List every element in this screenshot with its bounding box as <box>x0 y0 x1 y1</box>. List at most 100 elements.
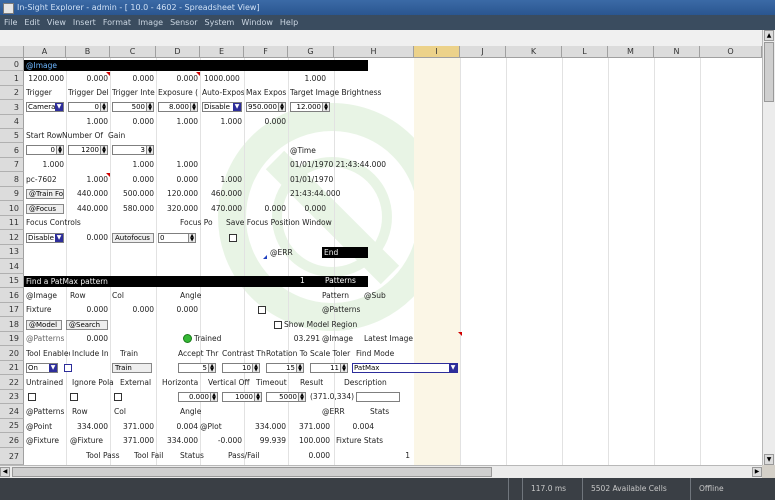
cell-b24[interactable]: Row <box>72 407 112 417</box>
row-header[interactable]: 14 <box>0 259 24 274</box>
cell-a2[interactable]: Trigger <box>26 88 66 98</box>
cell-c1[interactable]: 0.000 <box>112 74 154 84</box>
cell-c8[interactable]: 0.000 <box>112 175 154 185</box>
cell-f13[interactable]: @ERR <box>270 248 300 258</box>
cell-d26[interactable]: 334.000 <box>158 436 198 446</box>
cell-d10[interactable]: 320.000 <box>158 204 198 214</box>
cell-d24[interactable]: Angle <box>180 407 220 417</box>
cell-d20[interactable]: Accept Thr <box>178 349 222 359</box>
cell-a16[interactable]: @Image <box>26 291 66 301</box>
focus-button[interactable]: @Focus <box>26 204 64 214</box>
cell-b5[interactable]: Number Of <box>62 131 108 141</box>
cell-c17[interactable]: 0.000 <box>112 305 154 315</box>
cell-g22[interactable]: Result <box>300 378 340 388</box>
column-header-g[interactable]: G <box>288 46 334 58</box>
row-header[interactable]: 16 <box>0 288 24 303</box>
column-header-l[interactable]: L <box>562 46 608 58</box>
cell-f10[interactable]: 0.000 <box>246 204 286 214</box>
cell-g20[interactable]: Scale Toler <box>310 349 354 359</box>
row-header[interactable]: 27 <box>0 448 24 465</box>
menu-system[interactable]: System <box>205 18 235 27</box>
column-header-n[interactable]: N <box>654 46 700 58</box>
row-header[interactable]: 19 <box>0 332 24 346</box>
horizontal-scrollbar[interactable]: ◀ ▶ <box>0 465 762 478</box>
cell-e1[interactable]: 1000.000 <box>204 74 244 84</box>
menu-image[interactable]: Image <box>138 18 163 27</box>
cell-e20[interactable]: Contrast Th <box>222 349 266 359</box>
cell-e4[interactable]: 1.000 <box>202 117 242 127</box>
cell-a17[interactable]: Fixture <box>26 305 66 315</box>
external-checkbox[interactable] <box>114 393 122 401</box>
cell-g9[interactable]: 21:43:44.000 <box>290 189 370 199</box>
cell-f15[interactable]: 1 <box>300 276 310 286</box>
row-header[interactable]: 4 <box>0 115 24 129</box>
menu-edit[interactable]: Edit <box>24 18 40 27</box>
scroll-thumb[interactable] <box>764 42 774 102</box>
cell-f4[interactable]: 0.000 <box>246 117 286 127</box>
cell-d22[interactable]: Horizonta <box>162 378 206 388</box>
max-exposure-spinner[interactable]: 950.000 ▲ ▼ <box>246 102 286 112</box>
tool-enabled-dropdown[interactable]: On ▼ <box>26 363 58 373</box>
cell-e10[interactable]: 470.000 <box>202 204 242 214</box>
cell-b27[interactable]: Tool Pass <box>86 451 130 461</box>
cell-b8[interactable]: 1.000 <box>68 175 108 185</box>
cell-e9[interactable]: 460.000 <box>202 189 242 199</box>
cell-a24[interactable]: @Patterns <box>26 407 70 417</box>
accept-threshold-spinner[interactable]: 5 ▲ ▼ <box>178 363 216 373</box>
cell-g1[interactable]: 1.000 <box>290 74 326 84</box>
cell-c4[interactable]: 0.000 <box>112 117 154 127</box>
cell-h16[interactable]: @Sub <box>364 291 404 301</box>
focus-mode-dropdown[interactable]: Disable ▼ <box>26 233 64 243</box>
cell-a5[interactable]: Start Row <box>26 131 66 141</box>
column-header-o[interactable]: O <box>700 46 762 58</box>
column-header-a[interactable]: A <box>24 46 66 58</box>
cell-e11[interactable]: Save Focus Position Window <box>226 218 356 228</box>
cell-g16[interactable]: Pattern <box>322 291 358 301</box>
column-header-b[interactable]: B <box>66 46 110 58</box>
row-header[interactable]: 7 <box>0 158 24 172</box>
column-header-d[interactable]: D <box>156 46 200 58</box>
cell-b22[interactable]: Ignore Pola <box>72 378 116 388</box>
menu-insert[interactable]: Insert <box>73 18 96 27</box>
cell-d4[interactable]: 1.000 <box>158 117 198 127</box>
row-header[interactable]: 11 <box>0 216 24 230</box>
cell-g7[interactable]: 01/01/1970 21:43:44.000 <box>290 160 410 170</box>
gain-spinner[interactable]: 3 ▲ ▼ <box>112 145 154 155</box>
cell-f25[interactable]: 334.000 <box>246 422 286 432</box>
cell-b10[interactable]: 440.000 <box>68 204 108 214</box>
cell-d8[interactable]: 0.000 <box>158 175 198 185</box>
cell-g2[interactable]: Target Image Brightness <box>290 88 410 98</box>
scroll-down-icon[interactable]: ▼ <box>764 454 774 465</box>
camera-dropdown[interactable]: Camera ▼ <box>26 102 64 112</box>
trigger-delay-spinner[interactable]: 0 ▲ ▼ <box>68 102 108 112</box>
cell-c5[interactable]: Gain <box>108 131 152 141</box>
cell-c16[interactable]: Col <box>112 291 152 301</box>
cell-c27[interactable]: Tool Fail <box>134 451 174 461</box>
menu-window[interactable]: Window <box>241 18 273 27</box>
scroll-thumb-horizontal[interactable] <box>12 467 492 477</box>
cell-g19[interactable]: @Image <box>322 334 362 344</box>
cell-a11[interactable]: Focus Controls <box>26 218 106 228</box>
cell-g23[interactable]: (371.0,334) <box>310 392 354 402</box>
cell-c9[interactable]: 500.000 <box>112 189 154 199</box>
start-row-spinner[interactable]: 0 ▲ ▼ <box>26 145 64 155</box>
column-header-e[interactable]: E <box>200 46 244 58</box>
cell-h26[interactable]: Fixture Stats <box>336 436 412 446</box>
untrained-checkbox[interactable] <box>28 393 36 401</box>
row-header[interactable]: 3 <box>0 100 24 115</box>
menu-file[interactable]: File <box>4 18 17 27</box>
cell-b1[interactable]: 0.000 <box>68 74 108 84</box>
cell-d25[interactable]: 0.004 <box>158 422 198 432</box>
cell-b20[interactable]: Include In <box>72 349 116 359</box>
row-header[interactable]: 26 <box>0 433 24 448</box>
column-header-k[interactable]: K <box>506 46 562 58</box>
search-button[interactable]: @Search <box>66 320 108 330</box>
cell-a20[interactable]: Tool Enabled <box>26 349 70 359</box>
cell-h20[interactable]: Find Mode <box>356 349 400 359</box>
number-of-rows-spinner[interactable]: 1200 ▲ ▼ <box>68 145 108 155</box>
cell-f20[interactable]: Rotation To <box>266 349 310 359</box>
vertical-scrollbar[interactable]: ▲ ▼ <box>762 30 775 465</box>
cell-d11[interactable]: Focus Po <box>180 218 224 228</box>
row-header[interactable]: 21 <box>0 361 24 375</box>
exposure-spinner[interactable]: 8.000 ▲ ▼ <box>158 102 198 112</box>
